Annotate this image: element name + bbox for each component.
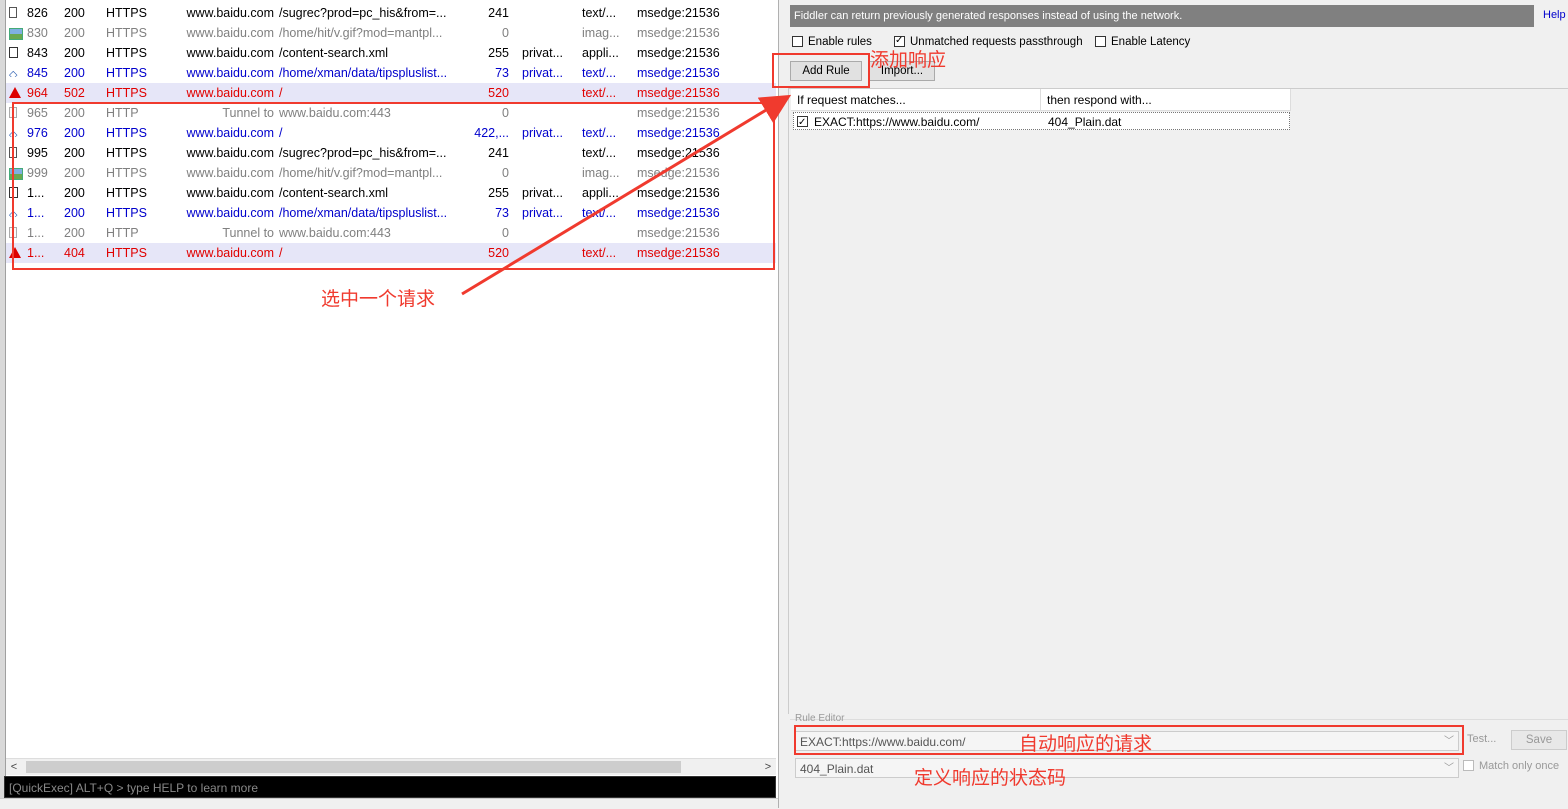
session-content-type: imag... <box>582 26 620 40</box>
session-url: /home/hit/v.gif?mod=mantpl... <box>279 26 443 40</box>
session-number: 843 <box>27 46 48 60</box>
session-protocol: HTTPS <box>106 46 147 60</box>
quickexec-input[interactable]: [QuickExec] ALT+Q > type HELP to learn m… <box>4 776 776 798</box>
annotation-status-code: 定义响应的状态码 <box>914 768 1067 789</box>
session-protocol: HTTPS <box>106 26 147 40</box>
match-only-once-label: Match only once <box>1479 760 1560 772</box>
session-process: msedge:21536 <box>637 66 720 80</box>
autoresponder-panel: Fiddler can return previously generated … <box>787 0 1568 808</box>
rule-match-text: EXACT:https://www.baidu.com/ <box>814 115 980 129</box>
rule-checkbox-icon[interactable] <box>797 114 808 132</box>
rule-editor-divider <box>790 719 1568 720</box>
session-content-type: appli... <box>582 46 619 60</box>
annotation-box-requests <box>12 102 775 270</box>
enable-latency-checkbox[interactable]: Enable Latency <box>1095 35 1190 49</box>
session-caching: privat... <box>522 46 563 60</box>
arrows-icon: ◇ <box>9 69 18 77</box>
session-process: msedge:21536 <box>637 46 720 60</box>
column-header-match[interactable]: If request matches... <box>791 89 1041 111</box>
session-result: 502 <box>64 86 85 100</box>
session-body: 241 <box>488 6 509 20</box>
enable-latency-label: Enable Latency <box>1111 36 1191 48</box>
image-icon <box>9 23 23 43</box>
annotation-box-add-rule <box>772 53 870 88</box>
session-content-type: text/... <box>582 6 617 20</box>
session-url: /content-search.xml <box>279 46 389 60</box>
rule-row[interactable]: EXACT:https://www.baidu.com/ 404_Plain.d… <box>793 112 1290 132</box>
session-caching: privat... <box>522 66 563 80</box>
scroll-left-icon[interactable]: < <box>6 759 22 775</box>
rule-respond-value: 404_Plain.dat <box>800 762 874 776</box>
annotation-select-request: 选中一个请求 <box>321 289 436 310</box>
session-result: 200 <box>64 46 85 60</box>
session-row[interactable]: 830 200 HTTPS www.baidu.com/home/hit/v.gif?… <box>6 23 776 43</box>
checkbox-icon[interactable] <box>1095 36 1106 47</box>
scrollbar-thumb[interactable] <box>26 761 681 773</box>
session-url: / <box>279 86 283 100</box>
chevron-down-icon[interactable]: ﹀ <box>1444 759 1454 779</box>
checkbox-icon[interactable] <box>1463 760 1474 771</box>
autoresponder-banner: Fiddler can return previously generated … <box>790 5 1534 27</box>
rule-respond-combobox[interactable]: 404_Plain.dat ﹀ <box>795 758 1459 778</box>
session-number: 830 <box>27 26 48 40</box>
test-button[interactable]: Test... <box>1467 733 1496 745</box>
session-process: msedge:21536 <box>637 86 720 100</box>
help-link[interactable]: Help <box>1543 9 1566 21</box>
script-icon <box>9 43 23 63</box>
rule-respond-text: 404_Plain.dat <box>1048 115 1122 129</box>
save-button[interactable]: Save <box>1511 730 1567 750</box>
session-row[interactable]: 843 200 HTTPS www.baidu.com/content-search.… <box>6 43 776 63</box>
session-body: 520 <box>488 86 509 100</box>
checkbox-icon[interactable] <box>792 36 803 47</box>
session-content-type: text/... <box>582 66 617 80</box>
session-host: www.baidu.com <box>186 46 274 60</box>
session-process: msedge:21536 <box>637 6 720 20</box>
session-host: www.baidu.com <box>186 6 274 20</box>
enable-rules-checkbox[interactable]: Enable rules <box>792 35 872 49</box>
session-content-type: text/... <box>582 86 617 100</box>
session-result: 200 <box>64 66 85 80</box>
match-only-once-checkbox[interactable]: Match only once <box>1463 760 1559 772</box>
annotation-auto-request: 自动响应的请求 <box>1019 734 1153 755</box>
session-row[interactable]: 964 502 HTTPS www.baidu.com / 520 text/... msed… <box>6 83 776 103</box>
column-header-respond[interactable]: then respond with... <box>1041 89 1291 111</box>
session-url: /sugrec?prod=pc_his&from=... <box>279 6 447 20</box>
session-url: /home/xman/data/tipspluslist... <box>279 66 448 80</box>
session-number: 845 <box>27 66 48 80</box>
session-process: msedge:21536 <box>637 26 720 40</box>
scroll-right-icon[interactable]: > <box>760 759 776 775</box>
session-protocol: HTTPS <box>106 66 147 80</box>
session-host: www.baidu.com <box>186 66 274 80</box>
annotation-add-response: 添加响应 <box>870 50 947 71</box>
session-row[interactable]: 826 200 HTTPS www.baidu.com/sugrec?prod=pc_… <box>6 3 776 23</box>
session-protocol: HTTPS <box>106 86 147 100</box>
session-host: www.baidu.com <box>186 86 274 100</box>
session-row[interactable]: ◇ 845 200 HTTPS www.baidu.com/home/xman/data… <box>6 63 776 83</box>
rules-list[interactable]: If request matches... then respond with.… <box>788 88 1568 714</box>
enable-rules-label: Enable rules <box>808 36 872 48</box>
session-result: 200 <box>64 26 85 40</box>
session-result: 200 <box>64 6 85 20</box>
session-body: 73 <box>495 66 509 80</box>
session-number: 826 <box>27 6 48 20</box>
session-body: 0 <box>502 26 509 40</box>
session-body: 255 <box>488 46 509 60</box>
session-host: www.baidu.com <box>186 26 274 40</box>
doc-icon <box>9 3 23 23</box>
horizontal-scrollbar[interactable]: < > <box>6 758 776 775</box>
status-bar <box>0 798 780 809</box>
warning-icon <box>9 83 23 103</box>
session-protocol: HTTPS <box>106 6 147 20</box>
rule-editor-label: Rule Editor <box>795 713 845 724</box>
session-number: 964 <box>27 86 48 100</box>
